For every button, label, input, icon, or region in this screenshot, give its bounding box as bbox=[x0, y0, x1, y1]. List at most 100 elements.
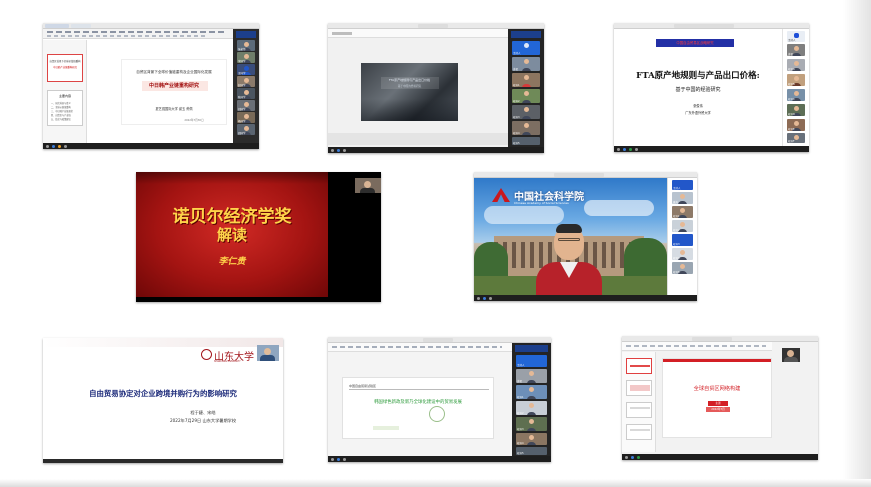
presenter-toolbar[interactable] bbox=[328, 29, 508, 38]
slide-sorter[interactable] bbox=[328, 133, 508, 145]
participant-panel[interactable]: 主持人 讲者 听众1 听众2 听众3 听众4 听众5 bbox=[512, 343, 551, 456]
participant-video[interactable]: 听众F bbox=[787, 133, 805, 143]
slide-caption: 基于中国的经验研究 bbox=[397, 85, 422, 88]
participant-panel[interactable]: 张老师 李同学 王同学 赵同学 陈同学 刘同学 杨同学 周同学 bbox=[233, 29, 259, 143]
participant-video[interactable]: 刘同学 bbox=[237, 100, 255, 111]
slide-author: 夏艺强国际大学 谢玉 黄佩 bbox=[155, 107, 193, 111]
tile-6-slide: 山东大学 SHANDONG UNIVERSITY 自由贸易协定对企业跨境并购行为… bbox=[43, 338, 283, 463]
participant-panel[interactable]: 主持人 讲者 听众1 听众2 听众3 听众4 听众5 bbox=[508, 29, 544, 147]
participant-video[interactable]: 听众A bbox=[787, 59, 805, 71]
participant-video[interactable]: 讲者 bbox=[516, 369, 547, 383]
main-slide: 自贸区背景下全球价值链重构及企业国际化发展 中日韩产业链重构研究 夏艺强国际大学… bbox=[121, 59, 227, 125]
shared-slide: 中国自由贸易试验区 韩国绿色新政及新乃全球化建设中的贸易发展 bbox=[342, 377, 494, 439]
slide-thumbnail-panel[interactable] bbox=[622, 352, 656, 452]
participant-video[interactable]: 嘉宾 bbox=[672, 192, 693, 204]
participant-panel[interactable]: 主持人 嘉宾 听众1 听众2 听众3 听众4 听众5 bbox=[667, 178, 697, 295]
seal-icon bbox=[429, 406, 445, 422]
tile-8-meeting-share[interactable]: 全球自贸区网络构建 主讲 2022年7月 bbox=[622, 336, 818, 460]
participant-video[interactable]: 听众2 bbox=[516, 401, 547, 415]
institution-name-en: Chinese Academy of Social Sciences bbox=[514, 201, 569, 205]
university-logo-en: SHANDONG UNIVERSITY bbox=[214, 360, 241, 363]
participant-video[interactable]: 主持人 bbox=[516, 355, 547, 367]
participant-video[interactable]: 听众5 bbox=[672, 262, 693, 274]
participant-video[interactable]: 听众4 bbox=[512, 121, 540, 135]
participant-video[interactable]: 李同学 bbox=[237, 52, 255, 63]
slide-date-venue: 2022年7月29日 山东大学暑期学校 bbox=[169, 418, 237, 423]
gallery-header bbox=[236, 31, 256, 38]
participant-panel[interactable]: 主持人 讲者 听众A 听众B 听众C 听众D 听众E 听众F bbox=[782, 29, 809, 146]
slide-thumbnail[interactable]: 自贸区背景下全球价值链重构 中日韩产业链重构研究 bbox=[47, 54, 83, 82]
taskbar[interactable] bbox=[328, 147, 544, 153]
tile-4-slide: 诺贝尔经济学奖 解读 李仁贵 bbox=[136, 172, 381, 302]
participant-video[interactable]: 讲者 bbox=[512, 57, 540, 71]
slide-thumbnail-panel[interactable]: 自贸区背景下全球价值链重构 中日韩产业链重构研究 主要内容 一、研究背景与意义 … bbox=[43, 40, 87, 143]
participant-video[interactable]: 听众2 bbox=[672, 220, 693, 232]
participant-video[interactable]: 听众5 bbox=[512, 137, 540, 145]
slide-heading: 中国自由贸易试验区 bbox=[349, 384, 377, 388]
taskbar[interactable] bbox=[43, 143, 259, 149]
gallery-header bbox=[511, 31, 541, 38]
participant-video[interactable]: 听众1 bbox=[672, 206, 693, 218]
slide-date: 2022年7月30日 bbox=[184, 119, 204, 122]
slide-banner: 中国自由贸易区战略研究 bbox=[656, 39, 734, 47]
participant-video[interactable]: 听众5 bbox=[516, 447, 547, 455]
tile-3-meeting-share[interactable]: 中国自由贸易区战略研究 FTA原产地规则与产品出口价格: 基于中国的经验研究 张… bbox=[614, 23, 809, 152]
participant-video[interactable]: 听众1 bbox=[516, 385, 547, 399]
participant-video[interactable]: 周同学 bbox=[237, 124, 255, 135]
thumbnail-toc-heading: 主要内容 bbox=[58, 94, 71, 98]
participant-video[interactable]: 讲者 bbox=[787, 44, 805, 56]
thumbnail-title: 自贸区背景下全球价值链重构 bbox=[49, 60, 81, 63]
ribbon-toolbar[interactable] bbox=[328, 343, 512, 352]
participant-video[interactable]: 赵同学 bbox=[237, 76, 255, 87]
slide-thumbnail[interactable]: 主要内容 一、研究背景与意义 二、全球价值链重构 三、中日韩产业链现状 四、自贸… bbox=[47, 90, 83, 126]
presenter-video[interactable] bbox=[355, 178, 381, 193]
screenshot-collage: 自贸区背景下全球价值链重构 中日韩产业链重构研究 主要内容 一、研究背景与意义 … bbox=[0, 0, 871, 487]
participant-video[interactable]: 听众2 bbox=[512, 89, 540, 103]
participant-video[interactable]: 听众3 bbox=[512, 105, 540, 119]
tile-2-meeting-share[interactable]: FTA原产地规则与产品出口价格 基于中国的经验研究 主持人 讲者 听众1 听众2… bbox=[328, 23, 544, 153]
slide-tag: 2022年7月 bbox=[706, 407, 730, 412]
participant-video[interactable]: 听众3 bbox=[516, 417, 547, 431]
presenter-video[interactable] bbox=[257, 345, 279, 361]
tile-5-video-call[interactable]: 中国社会科学院 Chinese Academy of Social Scienc… bbox=[474, 172, 697, 301]
slide-title: 韩国绿色新政及新乃全球化建设中的贸易发展 bbox=[374, 400, 462, 405]
slide-thumbnail[interactable] bbox=[626, 358, 652, 374]
taskbar[interactable] bbox=[474, 295, 697, 301]
participant-video[interactable]: 听众C bbox=[787, 89, 805, 101]
participant-video[interactable]: 杨同学 bbox=[237, 112, 255, 123]
slide-title: FTA原产地规则与产品出口价格: bbox=[636, 71, 760, 81]
participant-video[interactable]: 主持人 bbox=[512, 41, 540, 55]
slide-thumbnail[interactable] bbox=[626, 424, 652, 440]
shared-slide: 中国自由贸易区战略研究 FTA原产地规则与产品出口价格: 基于中国的经验研究 张… bbox=[614, 29, 782, 145]
thumbnail-subtitle: 中日韩产业链重构研究 bbox=[53, 66, 77, 69]
taskbar[interactable] bbox=[622, 454, 818, 460]
participant-video[interactable]: 王同学 bbox=[237, 64, 255, 75]
presenter-video[interactable] bbox=[782, 348, 800, 362]
taskbar[interactable] bbox=[43, 459, 283, 463]
participant-video[interactable]: 主持人 bbox=[672, 180, 693, 190]
speaker-video[interactable]: 中国社会科学院 Chinese Academy of Social Scienc… bbox=[474, 178, 667, 295]
slide-title: 自贸区背景下全球价值链重构及企业国际化发展 bbox=[136, 70, 212, 74]
taskbar[interactable] bbox=[328, 456, 551, 462]
participant-video[interactable]: 陈同学 bbox=[237, 88, 255, 99]
ribbon-toolbar[interactable] bbox=[43, 29, 233, 39]
participant-video[interactable]: 听众4 bbox=[516, 433, 547, 445]
university-logo-icon bbox=[201, 349, 212, 360]
tile-1-meeting-share[interactable]: 自贸区背景下全球价值链重构 中日韩产业链重构研究 主要内容 一、研究背景与意义 … bbox=[43, 23, 259, 149]
participant-video[interactable]: 听众3 bbox=[672, 234, 693, 246]
ribbon-toolbar[interactable] bbox=[622, 342, 772, 351]
participant-video[interactable]: 听众1 bbox=[512, 73, 540, 87]
participant-video[interactable]: 听众4 bbox=[672, 248, 693, 260]
participant-video[interactable]: 听众E bbox=[787, 119, 805, 131]
main-slide: 全球自贸区网络构建 主讲 2022年7月 bbox=[662, 358, 772, 438]
tile-7-meeting-share[interactable]: 中国自由贸易试验区 韩国绿色新政及新乃全球化建设中的贸易发展 主持人 讲者 听众… bbox=[328, 337, 551, 462]
slide-thumbnail[interactable] bbox=[626, 380, 652, 396]
participant-video[interactable]: 张老师 bbox=[237, 40, 255, 51]
participant-video[interactable]: 听众B bbox=[787, 74, 805, 86]
participant-video[interactable]: 听众D bbox=[787, 104, 805, 116]
slide-tag: 主讲 bbox=[708, 401, 728, 406]
slide-thumbnail[interactable] bbox=[626, 402, 652, 418]
shared-slide: FTA原产地规则与产品出口价格 基于中国的经验研究 bbox=[361, 63, 458, 121]
taskbar[interactable] bbox=[614, 146, 809, 152]
participant-video[interactable]: 主持人 bbox=[787, 31, 805, 42]
